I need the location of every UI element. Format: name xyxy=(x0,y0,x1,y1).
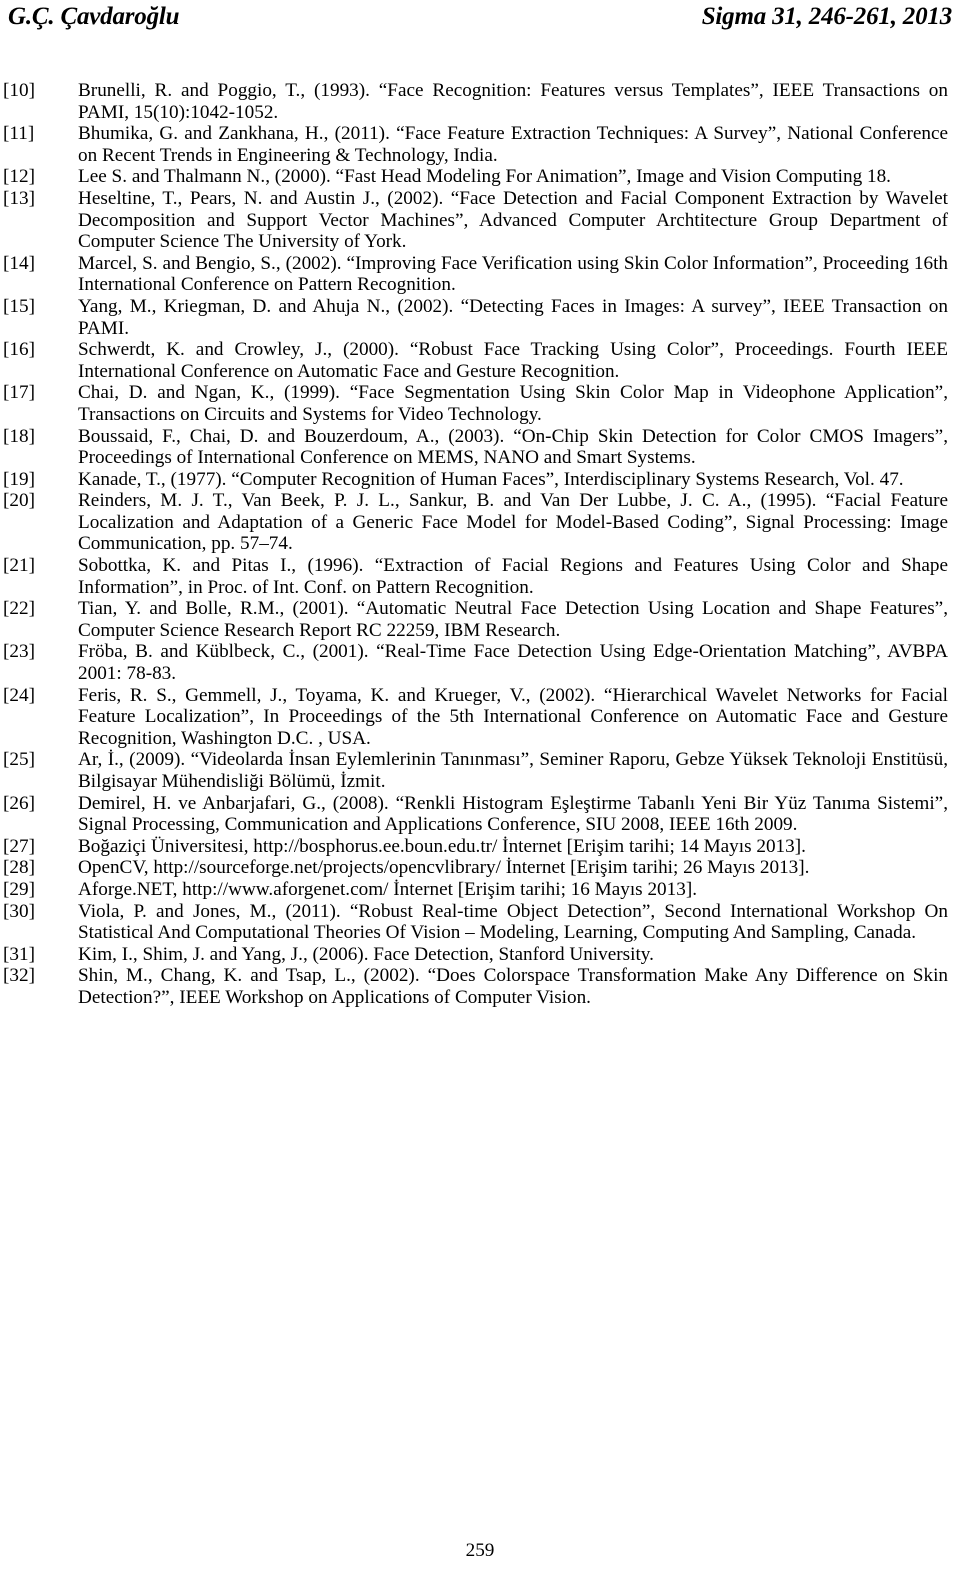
reference-text: Feris, R. S., Gemmell, J., Toyama, K. an… xyxy=(78,684,948,749)
reference-entry: [17] Chai, D. and Ngan, K., (1999). “Face… xyxy=(3,382,948,425)
reference-text: Fröba, B. and Küblbeck, C., (2001). “Rea… xyxy=(78,641,948,685)
reference-entry: [20] Reinders, M. J. T., Van Beek, P. J. … xyxy=(3,490,948,555)
reference-text: Boğaziçi Üniversitesi, http://bosphorus.… xyxy=(78,835,806,857)
reference-entry: [27] Boğaziçi Üniversitesi, http://bospho… xyxy=(3,836,948,858)
reference-number: [18] xyxy=(3,425,35,447)
reference-text: Kim, I., Shim, J. and Yang, J., (2006). … xyxy=(78,943,654,965)
reference-number: [32] xyxy=(3,965,35,987)
reference-number: [19] xyxy=(3,468,35,490)
reference-text: Yang, M., Kriegman, D. and Ahuja N., (20… xyxy=(78,295,948,339)
reference-number: [23] xyxy=(3,641,35,663)
reference-entry: [30] Viola, P. and Jones, M., (2011). “Ro… xyxy=(3,901,948,944)
reference-number: [12] xyxy=(3,166,35,188)
reference-number: [26] xyxy=(3,792,35,814)
reference-entry: [32] Shin, M., Chang, K. and Tsap, L., (2… xyxy=(3,965,948,1008)
reference-number: [20] xyxy=(3,490,35,512)
reference-entry: [15] Yang, M., Kriegman, D. and Ahuja N.,… xyxy=(3,296,948,339)
reference-text: OpenCV, http://sourceforge.net/projects/… xyxy=(78,857,810,879)
reference-text: Boussaid, F., Chai, D. and Bouzerdoum, A… xyxy=(78,425,948,469)
reference-entry: [28] OpenCV, http://sourceforge.net/proje… xyxy=(3,857,948,879)
reference-text: Sobottka, K. and Pitas I., (1996). “Extr… xyxy=(78,555,948,598)
reference-entry: [19] Kanade, T., (1977). “Computer Recogn… xyxy=(3,469,948,491)
reference-entry: [12] Lee S. and Thalmann N., (2000). “Fas… xyxy=(3,166,948,188)
reference-text: Brunelli, R. and Poggio, T., (1993). “Fa… xyxy=(78,80,948,123)
reference-number: [25] xyxy=(3,749,35,771)
reference-entry: [31] Kim, I., Shim, J. and Yang, J., (200… xyxy=(3,944,948,966)
reference-number: [16] xyxy=(3,339,35,361)
reference-entry: [11] Bhumika, G. and Zankhana, H., (2011)… xyxy=(3,123,948,166)
reference-number: [30] xyxy=(3,900,35,922)
reference-entry: [14] Marcel, S. and Bengio, S., (2002). “… xyxy=(3,253,948,296)
reference-entry: [13] Heseltine, T., Pears, N. and Austin … xyxy=(3,188,948,253)
reference-entry: [24] Feris, R. S., Gemmell, J., Toyama, K… xyxy=(3,685,948,750)
reference-entry: [23] Fröba, B. and Küblbeck, C., (2001). … xyxy=(3,641,948,684)
reference-text: Reinders, M. J. T., Van Beek, P. J. L., … xyxy=(78,490,948,555)
reference-entry: [16] Schwerdt, K. and Crowley, J., (2000)… xyxy=(3,339,948,382)
reference-text: Ar, İ., (2009). “Videolarda İnsan Eyleml… xyxy=(78,749,948,792)
header-author: G.Ç. Çavdaroğlu xyxy=(8,3,180,30)
page-number: 259 xyxy=(465,1540,495,1561)
reference-text: Shin, M., Chang, K. and Tsap, L., (2002)… xyxy=(78,965,948,1008)
references-list: [10] Brunelli, R. and Poggio, T., (1993).… xyxy=(3,80,948,1009)
reference-text: Heseltine, T., Pears, N. and Austin J., … xyxy=(78,187,948,253)
reference-text: Viola, P. and Jones, M., (2011). “Robust… xyxy=(78,900,948,944)
document-page: G.Ç. Çavdaroğlu Sigma 31, 246-261, 2013 … xyxy=(0,0,960,1595)
reference-number: [14] xyxy=(3,252,35,274)
reference-text: Schwerdt, K. and Crowley, J., (2000). “R… xyxy=(78,339,948,382)
reference-number: [11] xyxy=(3,123,35,145)
reference-text: Aforge.NET, http://www.aforgenet.com/ İn… xyxy=(78,878,698,900)
reference-text: Marcel, S. and Bengio, S., (2002). “Impr… xyxy=(78,252,948,296)
reference-number: [10] xyxy=(3,80,35,101)
reference-text: Kanade, T., (1977). “Computer Recognitio… xyxy=(78,468,904,490)
reference-number: [31] xyxy=(3,943,35,965)
reference-text: Chai, D. and Ngan, K., (1999). “Face Seg… xyxy=(78,382,948,425)
reference-number: [22] xyxy=(3,598,35,620)
reference-entry: [22] Tian, Y. and Bolle, R.M., (2001). “A… xyxy=(3,598,948,641)
page-folio: 259 xyxy=(0,1540,960,1562)
reference-text: Lee S. and Thalmann N., (2000). “Fast He… xyxy=(78,166,891,188)
reference-text: Tian, Y. and Bolle, R.M., (2001). “Autom… xyxy=(78,598,948,641)
reference-number: [13] xyxy=(3,187,35,209)
reference-number: [17] xyxy=(3,382,35,404)
reference-text: Bhumika, G. and Zankhana, H., (2011). “F… xyxy=(78,123,948,166)
reference-entry: [10] Brunelli, R. and Poggio, T., (1993).… xyxy=(3,80,948,123)
reference-number: [24] xyxy=(3,684,35,706)
header-journal-citation: Sigma 31, 246-261, 2013 xyxy=(701,3,952,30)
running-header: G.Ç. Çavdaroğlu Sigma 31, 246-261, 2013 xyxy=(8,3,952,31)
reference-number: [21] xyxy=(3,555,35,577)
reference-entry: [18] Boussaid, F., Chai, D. and Bouzerdou… xyxy=(3,426,948,469)
reference-number: [15] xyxy=(3,295,35,317)
reference-number: [28] xyxy=(3,857,35,879)
reference-text: Demirel, H. ve Anbarjafari, G., (2008). … xyxy=(78,792,948,836)
reference-entry: [29] Aforge.NET, http://www.aforgenet.com… xyxy=(3,879,948,901)
reference-entry: [21] Sobottka, K. and Pitas I., (1996). “… xyxy=(3,555,948,598)
reference-entry: [25] Ar, İ., (2009). “Videolarda İnsan Ey… xyxy=(3,749,948,792)
reference-number: [27] xyxy=(3,835,35,857)
reference-entry: [26] Demirel, H. ve Anbarjafari, G., (200… xyxy=(3,793,948,836)
reference-number: [29] xyxy=(3,878,35,900)
